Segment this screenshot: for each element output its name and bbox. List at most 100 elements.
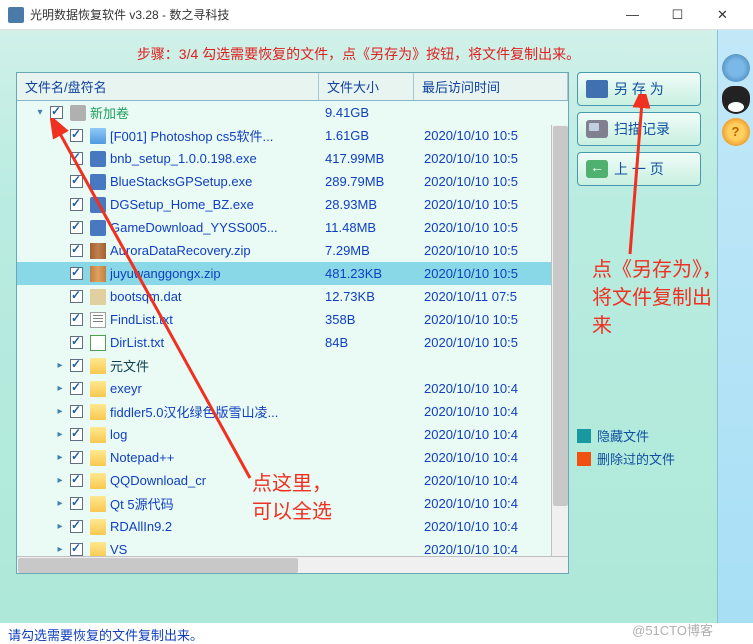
prev-page-label: 上 一 页 [614,159,664,179]
file-type-icon [90,243,106,259]
expand-icon[interactable]: ▸ [53,521,67,532]
file-name: DGSetup_Home_BZ.exe [110,197,321,212]
expand-icon[interactable]: ▸ [53,406,67,417]
file-time: 2020/10/10 10:5 [416,220,568,235]
checkbox[interactable] [50,106,63,119]
file-row[interactable]: ▸log2020/10/10 10:4 [17,423,568,446]
file-row[interactable]: ▸bnb_setup_1.0.0.198.exe417.99MB2020/10/… [17,147,568,170]
camera-icon [586,120,608,138]
file-row[interactable]: ▸bootsqm.dat12.73KB2020/10/11 07:5 [17,285,568,308]
prev-page-button[interactable]: 上 一 页 [577,152,701,186]
checkbox[interactable] [70,198,83,211]
file-name: Notepad++ [110,450,321,465]
file-time: 2020/10/10 10:5 [416,266,568,281]
checkbox[interactable] [70,405,83,418]
checkbox[interactable] [70,359,83,372]
checkbox[interactable] [70,474,83,487]
expand-icon[interactable]: ▸ [53,475,67,486]
settings-icon[interactable] [722,54,750,82]
checkbox[interactable] [70,382,83,395]
file-row[interactable]: ▸DirList.txt84B2020/10/10 10:5 [17,331,568,354]
checkbox[interactable] [70,497,83,510]
file-row[interactable]: ▸exeyr2020/10/10 10:4 [17,377,568,400]
file-row[interactable]: ▸juyuwanggongx.zip481.23KB2020/10/10 10:… [17,262,568,285]
file-time: 2020/10/10 10:5 [416,243,568,258]
file-row[interactable]: ▸RDAllIn9.22020/10/10 10:4 [17,515,568,538]
scroll-thumb[interactable] [553,126,568,506]
file-name: bnb_setup_1.0.0.198.exe [110,151,321,166]
checkbox[interactable] [70,428,83,441]
checkbox[interactable] [70,175,83,188]
file-size: 1.61GB [321,128,416,143]
checkbox[interactable] [70,313,83,326]
file-row[interactable]: ▸FindList.txt358B2020/10/10 10:5 [17,308,568,331]
file-type-icon [90,381,106,397]
file-type-icon [90,496,106,512]
checkbox[interactable] [70,543,83,556]
file-row[interactable]: ▸fiddler5.0汉化绿色版雪山凌...2020/10/10 10:4 [17,400,568,423]
file-size: 11.48MB [321,220,416,235]
minimize-button[interactable]: — [610,0,655,29]
side-column: 另 存 为 扫描记录 上 一 页 隐藏文件 删除过的文件 [577,72,701,574]
file-name: log [110,427,321,442]
close-button[interactable]: ✕ [700,0,745,29]
file-name: DirList.txt [110,335,321,350]
checkbox[interactable] [70,520,83,533]
window-title: 光明数据恢复软件 v3.28 - 数之寻科技 [30,6,610,23]
checkbox[interactable] [70,336,83,349]
watermark: @51CTO博客 [632,620,713,639]
file-row[interactable]: ▾ 新加卷9.41GB [17,101,568,124]
file-size: 417.99MB [321,151,416,166]
file-row[interactable]: ▸AuroraDataRecovery.zip7.29MB2020/10/10 … [17,239,568,262]
checkbox[interactable] [70,267,83,280]
expand-icon[interactable]: ▸ [53,452,67,463]
file-time: 2020/10/10 10:5 [416,174,568,189]
scroll-thumb[interactable] [18,558,298,573]
checkbox[interactable] [70,451,83,464]
file-row[interactable]: ▸元文件 [17,354,568,377]
file-row[interactable]: ▸Notepad++2020/10/10 10:4 [17,446,568,469]
file-row[interactable]: ▸Qt 5源代码2020/10/10 10:4 [17,492,568,515]
col-time[interactable]: 最后访问时间 [414,73,568,100]
expand-icon[interactable]: ▸ [53,429,67,440]
file-type-icon [90,473,106,489]
save-as-button[interactable]: 另 存 为 [577,72,701,106]
file-name: juyuwanggongx.zip [110,266,321,281]
file-type-icon [90,427,106,443]
checkbox[interactable] [70,244,83,257]
file-row[interactable]: ▸BlueStacksGPSetup.exe289.79MB2020/10/10… [17,170,568,193]
expand-icon[interactable]: ▸ [53,498,67,509]
expand-icon[interactable]: ▾ [33,107,47,118]
file-type-icon [90,220,106,236]
file-type-icon [90,450,106,466]
file-list-panel: 文件名/盘符名 文件大小 最后访问时间 ▾ 新加卷9.41GB ▸[F001] Ph… [16,72,569,574]
file-row[interactable]: ▸[F001] Photoshop cs5软件...1.61GB2020/10/… [17,124,568,147]
checkbox[interactable] [70,221,83,234]
step-instruction: 步骤：3/4 勾选需要恢复的文件，点《另存为》按钮，将文件复制出来。 [0,30,717,72]
col-name[interactable]: 文件名/盘符名 [17,73,319,100]
expand-icon[interactable]: ▸ [53,544,67,555]
checkbox[interactable] [70,290,83,303]
file-row[interactable]: ▸DGSetup_Home_BZ.exe28.93MB2020/10/10 10… [17,193,568,216]
checkbox[interactable] [70,152,83,165]
file-row[interactable]: ▸GameDownload_YYSS005...11.48MB2020/10/1… [17,216,568,239]
expand-icon[interactable]: ▸ [53,383,67,394]
file-time: 2020/10/11 07:5 [416,289,568,304]
expand-icon[interactable]: ▸ [53,360,67,371]
horizontal-scrollbar[interactable] [17,556,568,573]
file-name: 新加卷 [90,103,321,122]
maximize-button[interactable]: ☐ [655,0,700,29]
col-size[interactable]: 文件大小 [319,73,414,100]
qq-icon[interactable] [722,86,750,114]
file-size: 9.41GB [321,105,416,120]
vertical-scrollbar[interactable] [551,125,568,556]
file-time: 2020/10/10 10:5 [416,197,568,212]
file-time: 2020/10/10 10:4 [416,542,568,557]
checkbox[interactable] [70,129,83,142]
help-icon[interactable]: ? [722,118,750,146]
file-list-body[interactable]: ▾ 新加卷9.41GB ▸[F001] Photoshop cs5软件...1.61… [17,101,568,573]
file-size: 289.79MB [321,174,416,189]
file-row[interactable]: ▸QQDownload_cr2020/10/10 10:4 [17,469,568,492]
file-type-icon [90,335,106,351]
scan-log-button[interactable]: 扫描记录 [577,112,701,146]
